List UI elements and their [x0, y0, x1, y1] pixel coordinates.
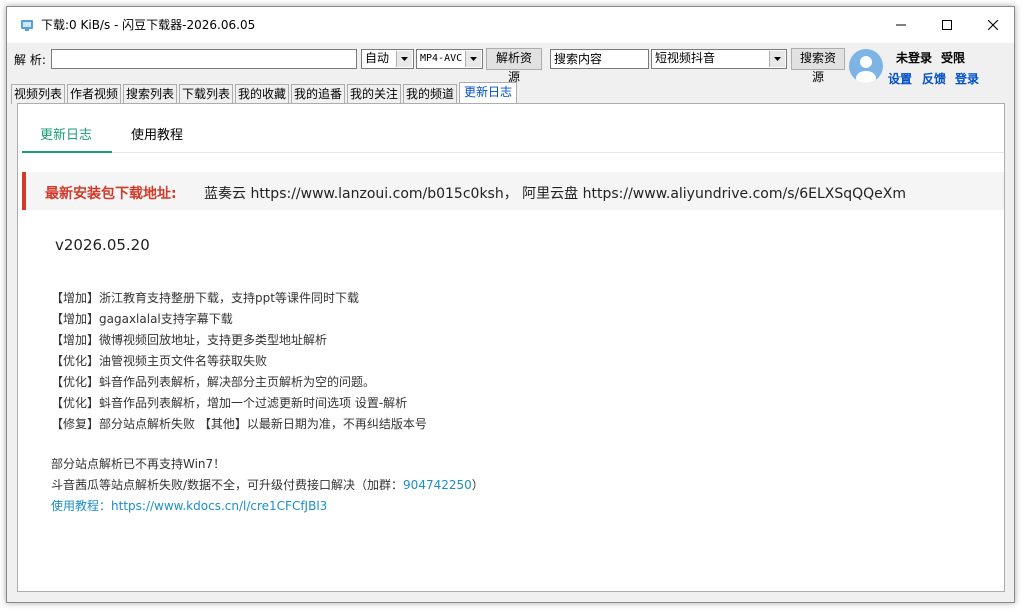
quality-select-value: 自动 — [365, 51, 390, 65]
quality-select[interactable]: 自动 — [361, 49, 414, 69]
tab-download-list[interactable]: 下载列表 — [179, 84, 233, 104]
login-status: 未登录 — [896, 51, 933, 65]
parse-button[interactable]: 解析资源 — [486, 48, 542, 84]
minimize-button[interactable] — [878, 7, 924, 43]
search-button[interactable]: 搜索资源 — [791, 48, 845, 84]
avatar-icon[interactable] — [849, 49, 883, 83]
subtab-changelog[interactable]: 更新日志 — [40, 124, 92, 143]
tutorial-link-line: 使用教程：https://www.kdocs.cn/l/cre1CFCfJBl3 — [51, 496, 484, 517]
paid-api-text: 斗音茜瓜等站点解析失败/数据不全，可升级付费接口解决（加群： — [51, 478, 404, 492]
maximize-button[interactable] — [924, 7, 970, 43]
tutorial-link[interactable]: https://www.kdocs.cn/l/cre1CFCfJBl3 — [111, 499, 327, 513]
platform-select[interactable]: 短视频抖音 — [651, 49, 787, 69]
platform-select-value: 短视频抖音 — [655, 51, 716, 65]
download-notice: 最新安装包下载地址: 蓝奏云 https://www.lanzoui.com/b… — [22, 172, 1004, 210]
tab-changelog[interactable]: 更新日志 — [459, 82, 517, 105]
parse-url-input[interactable] — [51, 49, 357, 69]
tab-following-series[interactable]: 我的追番 — [291, 84, 345, 104]
tab-video-list[interactable]: 视频列表 — [11, 84, 65, 104]
list-item: 【增加】浙江教育支持整册下载，支持ppt等课件同时下载 — [51, 291, 359, 305]
title-bar[interactable]: 下载:0 KiB/s - 闪豆下载器-2026.06.05 — [7, 7, 1014, 43]
list-item: 【增加】微博视频回放地址，支持更多类型地址解析 — [51, 333, 328, 347]
subtab-divider — [22, 152, 1004, 153]
chevron-down-icon — [769, 51, 785, 67]
tab-author-videos[interactable]: 作者视频 — [67, 84, 121, 104]
search-input[interactable]: 搜索内容 — [550, 49, 649, 69]
list-item: 【增加】gagaxlalal支持字幕下载 — [51, 312, 233, 326]
list-item: 【优化】蚪音作品列表解析，解决部分主页解析为空的问题。 — [51, 375, 376, 389]
tab-my-channel[interactable]: 我的频道 — [403, 84, 457, 104]
tab-following[interactable]: 我的关注 — [347, 84, 401, 104]
list-item: 【修复】部分站点解析失败 【其他】以最新日期为准，不再纠结版本号 — [51, 417, 427, 431]
login-link[interactable]: 登录 — [955, 70, 979, 87]
feedback-link[interactable]: 反馈 — [922, 70, 946, 87]
format-select[interactable]: MP4-AVC — [416, 49, 483, 69]
group-number[interactable]: 904742250 — [403, 478, 472, 492]
window-title: 下载:0 KiB/s - 闪豆下载器-2026.06.05 — [41, 18, 256, 32]
footer-notes: 部分站点解析已不再支持Win7！ 斗音茜瓜等站点解析失败/数据不全，可升级付费接… — [51, 454, 484, 517]
tab-search-list[interactable]: 搜索列表 — [123, 84, 177, 104]
format-select-value: MP4-AVC — [420, 53, 463, 64]
chevron-down-icon — [396, 51, 412, 67]
tutorial-label: 使用教程： — [51, 499, 112, 513]
chevron-down-icon — [465, 51, 481, 67]
paid-api-notice: 斗音茜瓜等站点解析失败/数据不全，可升级付费接口解决（加群：904742250） — [51, 475, 484, 496]
settings-link[interactable]: 设置 — [888, 70, 912, 87]
app-icon — [20, 18, 34, 32]
close-button[interactable] — [970, 7, 1014, 43]
paid-api-suffix: ） — [471, 478, 484, 492]
app-window: 下载:0 KiB/s - 闪豆下载器-2026.06.05 解 析: 自动 MP… — [6, 6, 1015, 603]
subtab-tutorial[interactable]: 使用教程 — [131, 124, 183, 143]
changelog-panel: 更新日志 使用教程 最新安装包下载地址: 蓝奏云 https://www.lan… — [17, 103, 1005, 592]
list-item: 【优化】蚪音作品列表解析，增加一个过滤更新时间选项 设置-解析 — [51, 396, 408, 410]
notice-links[interactable]: 蓝奏云 https://www.lanzoui.com/b015c0ksh， 阿… — [204, 183, 906, 203]
list-item: 【优化】油管视频主页文件名等获取失败 — [51, 354, 268, 368]
subtab-active-indicator — [22, 151, 112, 153]
changelog-list: 【增加】浙江教育支持整册下载，支持ppt等课件同时下载 【增加】gagaxlal… — [51, 288, 427, 435]
parse-label: 解 析: — [14, 53, 46, 67]
notice-title: 最新安装包下载地址: — [45, 186, 177, 202]
tab-favorites[interactable]: 我的收藏 — [235, 84, 289, 104]
win7-notice: 部分站点解析已不再支持Win7！ — [51, 457, 226, 471]
version-heading: v2026.05.20 — [55, 236, 150, 254]
privilege-status: 受限 — [941, 51, 966, 65]
